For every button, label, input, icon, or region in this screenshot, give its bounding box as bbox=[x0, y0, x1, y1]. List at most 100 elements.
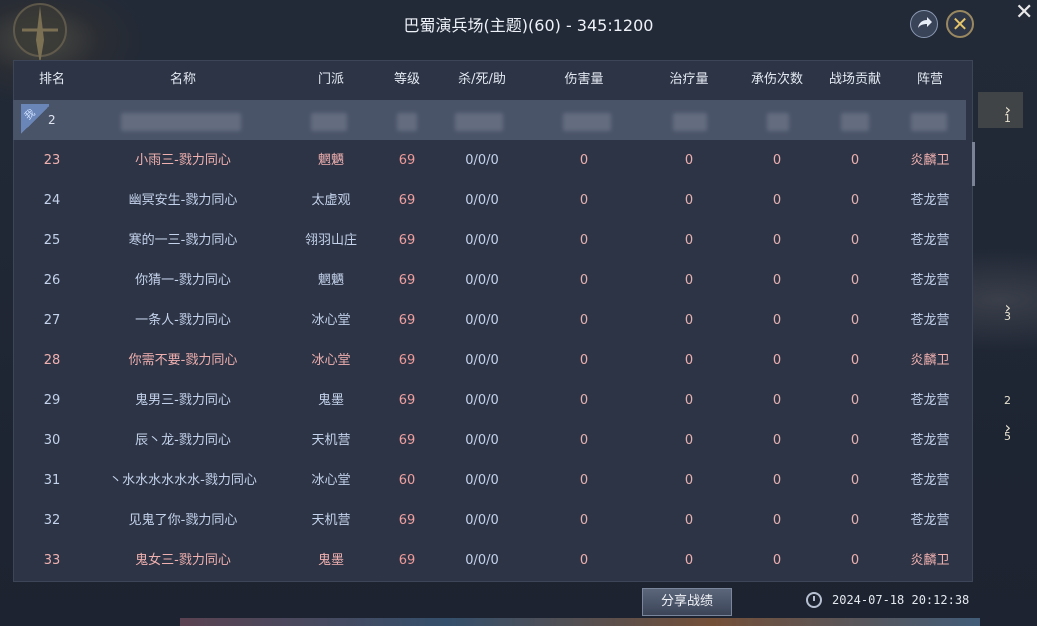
taken-cell: 0 bbox=[772, 353, 782, 368]
name-cell: 辰丶龙-戮力同心 bbox=[135, 433, 231, 448]
school-cell: 翎羽山庄 bbox=[304, 233, 358, 248]
table-row[interactable]: 24 幽冥安生-戮力同心 太虚观 69 0/0/0 0 0 0 0 苍龙营 bbox=[13, 181, 971, 221]
contribution-cell: 0 bbox=[850, 393, 860, 408]
table-row[interactable]: 27 一条人-戮力同心 冰心堂 69 0/0/0 0 0 0 0 苍龙营 bbox=[13, 301, 971, 341]
level-cell: 69 bbox=[398, 273, 416, 288]
name-cell: 你猜一-戮力同心 bbox=[135, 273, 231, 288]
camp-cell: 苍龙营 bbox=[910, 233, 950, 248]
school-cell: 天机营 bbox=[311, 433, 351, 448]
col-taken: 承伤次数 bbox=[750, 72, 804, 87]
table-header: 排名 名称 门派 等级 杀/死/助 伤害量 治疗量 承伤次数 战场贡献 阵营 bbox=[13, 62, 971, 98]
damage-cell: 0 bbox=[579, 553, 589, 568]
camp-cell: 炎麟卫 bbox=[910, 153, 950, 168]
name-cell: 寒的一三-戮力同心 bbox=[128, 233, 238, 248]
contribution-cell: 0 bbox=[850, 193, 860, 208]
damage-cell: 0 bbox=[579, 313, 589, 328]
hidden-kda bbox=[455, 113, 503, 131]
contribution-cell: 0 bbox=[850, 473, 860, 488]
col-name: 名称 bbox=[169, 72, 197, 87]
camp-cell: 苍龙营 bbox=[910, 473, 950, 488]
table-row[interactable]: 31 丶水水水水水水-戮力同心 冰心堂 60 0/0/0 0 0 0 0 苍龙营 bbox=[13, 461, 971, 501]
table-row[interactable]: 32 见鬼了你-戮力同心 天机营 69 0/0/0 0 0 0 0 苍龙营 bbox=[13, 501, 971, 541]
camp-cell: 炎麟卫 bbox=[910, 553, 950, 568]
col-camp: 阵营 bbox=[916, 72, 944, 87]
name-cell: 见鬼了你-戮力同心 bbox=[128, 513, 238, 528]
rank-cell: 31 bbox=[43, 473, 61, 488]
heal-cell: 0 bbox=[684, 313, 694, 328]
heal-cell: 0 bbox=[684, 153, 694, 168]
taken-cell: 0 bbox=[772, 273, 782, 288]
col-kda: 杀/死/助 bbox=[458, 72, 506, 87]
taken-cell: 0 bbox=[772, 193, 782, 208]
kda-cell: 0/0/0 bbox=[465, 513, 499, 528]
name-cell: 丶水水水水水水-戮力同心 bbox=[109, 473, 257, 488]
damage-cell: 0 bbox=[579, 273, 589, 288]
kda-cell: 0/0/0 bbox=[465, 353, 499, 368]
kda-cell: 0/0/0 bbox=[465, 433, 499, 448]
scrollbar[interactable] bbox=[972, 142, 975, 186]
school-cell: 天机营 bbox=[311, 513, 351, 528]
col-school: 门派 bbox=[317, 72, 345, 87]
my-rank: 2 bbox=[48, 113, 56, 127]
school-cell: 魍魉 bbox=[317, 153, 345, 168]
camp-cell: 苍龙营 bbox=[910, 393, 950, 408]
side-tab[interactable]: › 5 bbox=[978, 410, 1023, 446]
side-tab[interactable]: › 3 bbox=[978, 290, 1023, 326]
close-icon[interactable]: ✕ bbox=[1015, 0, 1033, 25]
side-tab[interactable]: 2 bbox=[978, 374, 1023, 410]
hidden-damage bbox=[563, 113, 611, 131]
heal-cell: 0 bbox=[684, 273, 694, 288]
damage-cell: 0 bbox=[579, 193, 589, 208]
heal-cell: 0 bbox=[684, 193, 694, 208]
col-level: 等级 bbox=[393, 72, 421, 87]
contribution-cell: 0 bbox=[850, 273, 860, 288]
school-cell: 冰心堂 bbox=[311, 473, 351, 488]
table-row[interactable]: 23 小雨三-戮力同心 魍魉 69 0/0/0 0 0 0 0 炎麟卫 bbox=[13, 141, 971, 181]
table-row[interactable]: 29 鬼男三-戮力同心 鬼墨 69 0/0/0 0 0 0 0 苍龙营 bbox=[13, 381, 971, 421]
camp-cell: 苍龙营 bbox=[910, 433, 950, 448]
hidden-level bbox=[397, 113, 417, 131]
hidden-school bbox=[311, 113, 347, 131]
damage-cell: 0 bbox=[579, 433, 589, 448]
heal-cell: 0 bbox=[684, 433, 694, 448]
my-row[interactable]: 我 2 bbox=[13, 100, 966, 140]
level-cell: 69 bbox=[398, 553, 416, 568]
table-row[interactable]: 25 寒的一三-戮力同心 翎羽山庄 69 0/0/0 0 0 0 0 苍龙营 bbox=[13, 221, 971, 261]
damage-cell: 0 bbox=[579, 473, 589, 488]
table-row[interactable]: 30 辰丶龙-戮力同心 天机营 69 0/0/0 0 0 0 0 苍龙营 bbox=[13, 421, 971, 461]
rank-cell: 30 bbox=[43, 433, 61, 448]
taken-cell: 0 bbox=[772, 553, 782, 568]
clock-icon bbox=[806, 592, 822, 608]
kda-cell: 0/0/0 bbox=[465, 553, 499, 568]
rank-cell: 25 bbox=[43, 233, 61, 248]
share-results-button[interactable]: 分享战绩 bbox=[642, 588, 732, 616]
damage-cell: 0 bbox=[579, 353, 589, 368]
camp-cell: 苍龙营 bbox=[910, 273, 950, 288]
table-row[interactable]: 26 你猜一-戮力同心 魍魉 69 0/0/0 0 0 0 0 苍龙营 bbox=[13, 261, 971, 301]
taken-cell: 0 bbox=[772, 233, 782, 248]
damage-cell: 0 bbox=[579, 153, 589, 168]
table-row[interactable]: 28 你需不要-戮力同心 冰心堂 69 0/0/0 0 0 0 0 炎麟卫 bbox=[13, 341, 971, 381]
side-tab[interactable]: › 1 bbox=[978, 92, 1023, 128]
table-row[interactable]: 33 鬼女三-戮力同心 鬼墨 69 0/0/0 0 0 0 0 炎麟卫 bbox=[13, 541, 971, 581]
heal-cell: 0 bbox=[684, 513, 694, 528]
contribution-cell: 0 bbox=[850, 153, 860, 168]
level-cell: 69 bbox=[398, 233, 416, 248]
school-cell: 太虚观 bbox=[311, 193, 351, 208]
damage-cell: 0 bbox=[579, 513, 589, 528]
heal-cell: 0 bbox=[684, 553, 694, 568]
heal-cell: 0 bbox=[684, 393, 694, 408]
taken-cell: 0 bbox=[772, 393, 782, 408]
taken-cell: 0 bbox=[772, 433, 782, 448]
kda-cell: 0/0/0 bbox=[465, 313, 499, 328]
damage-cell: 0 bbox=[579, 393, 589, 408]
damage-cell: 0 bbox=[579, 233, 589, 248]
level-cell: 69 bbox=[398, 353, 416, 368]
close-button[interactable]: ✕ bbox=[946, 10, 974, 38]
share-icon[interactable] bbox=[910, 10, 938, 38]
contribution-cell: 0 bbox=[850, 553, 860, 568]
level-cell: 69 bbox=[398, 433, 416, 448]
level-cell: 69 bbox=[398, 313, 416, 328]
hidden-taken bbox=[767, 113, 789, 131]
col-rank: 排名 bbox=[38, 72, 66, 87]
